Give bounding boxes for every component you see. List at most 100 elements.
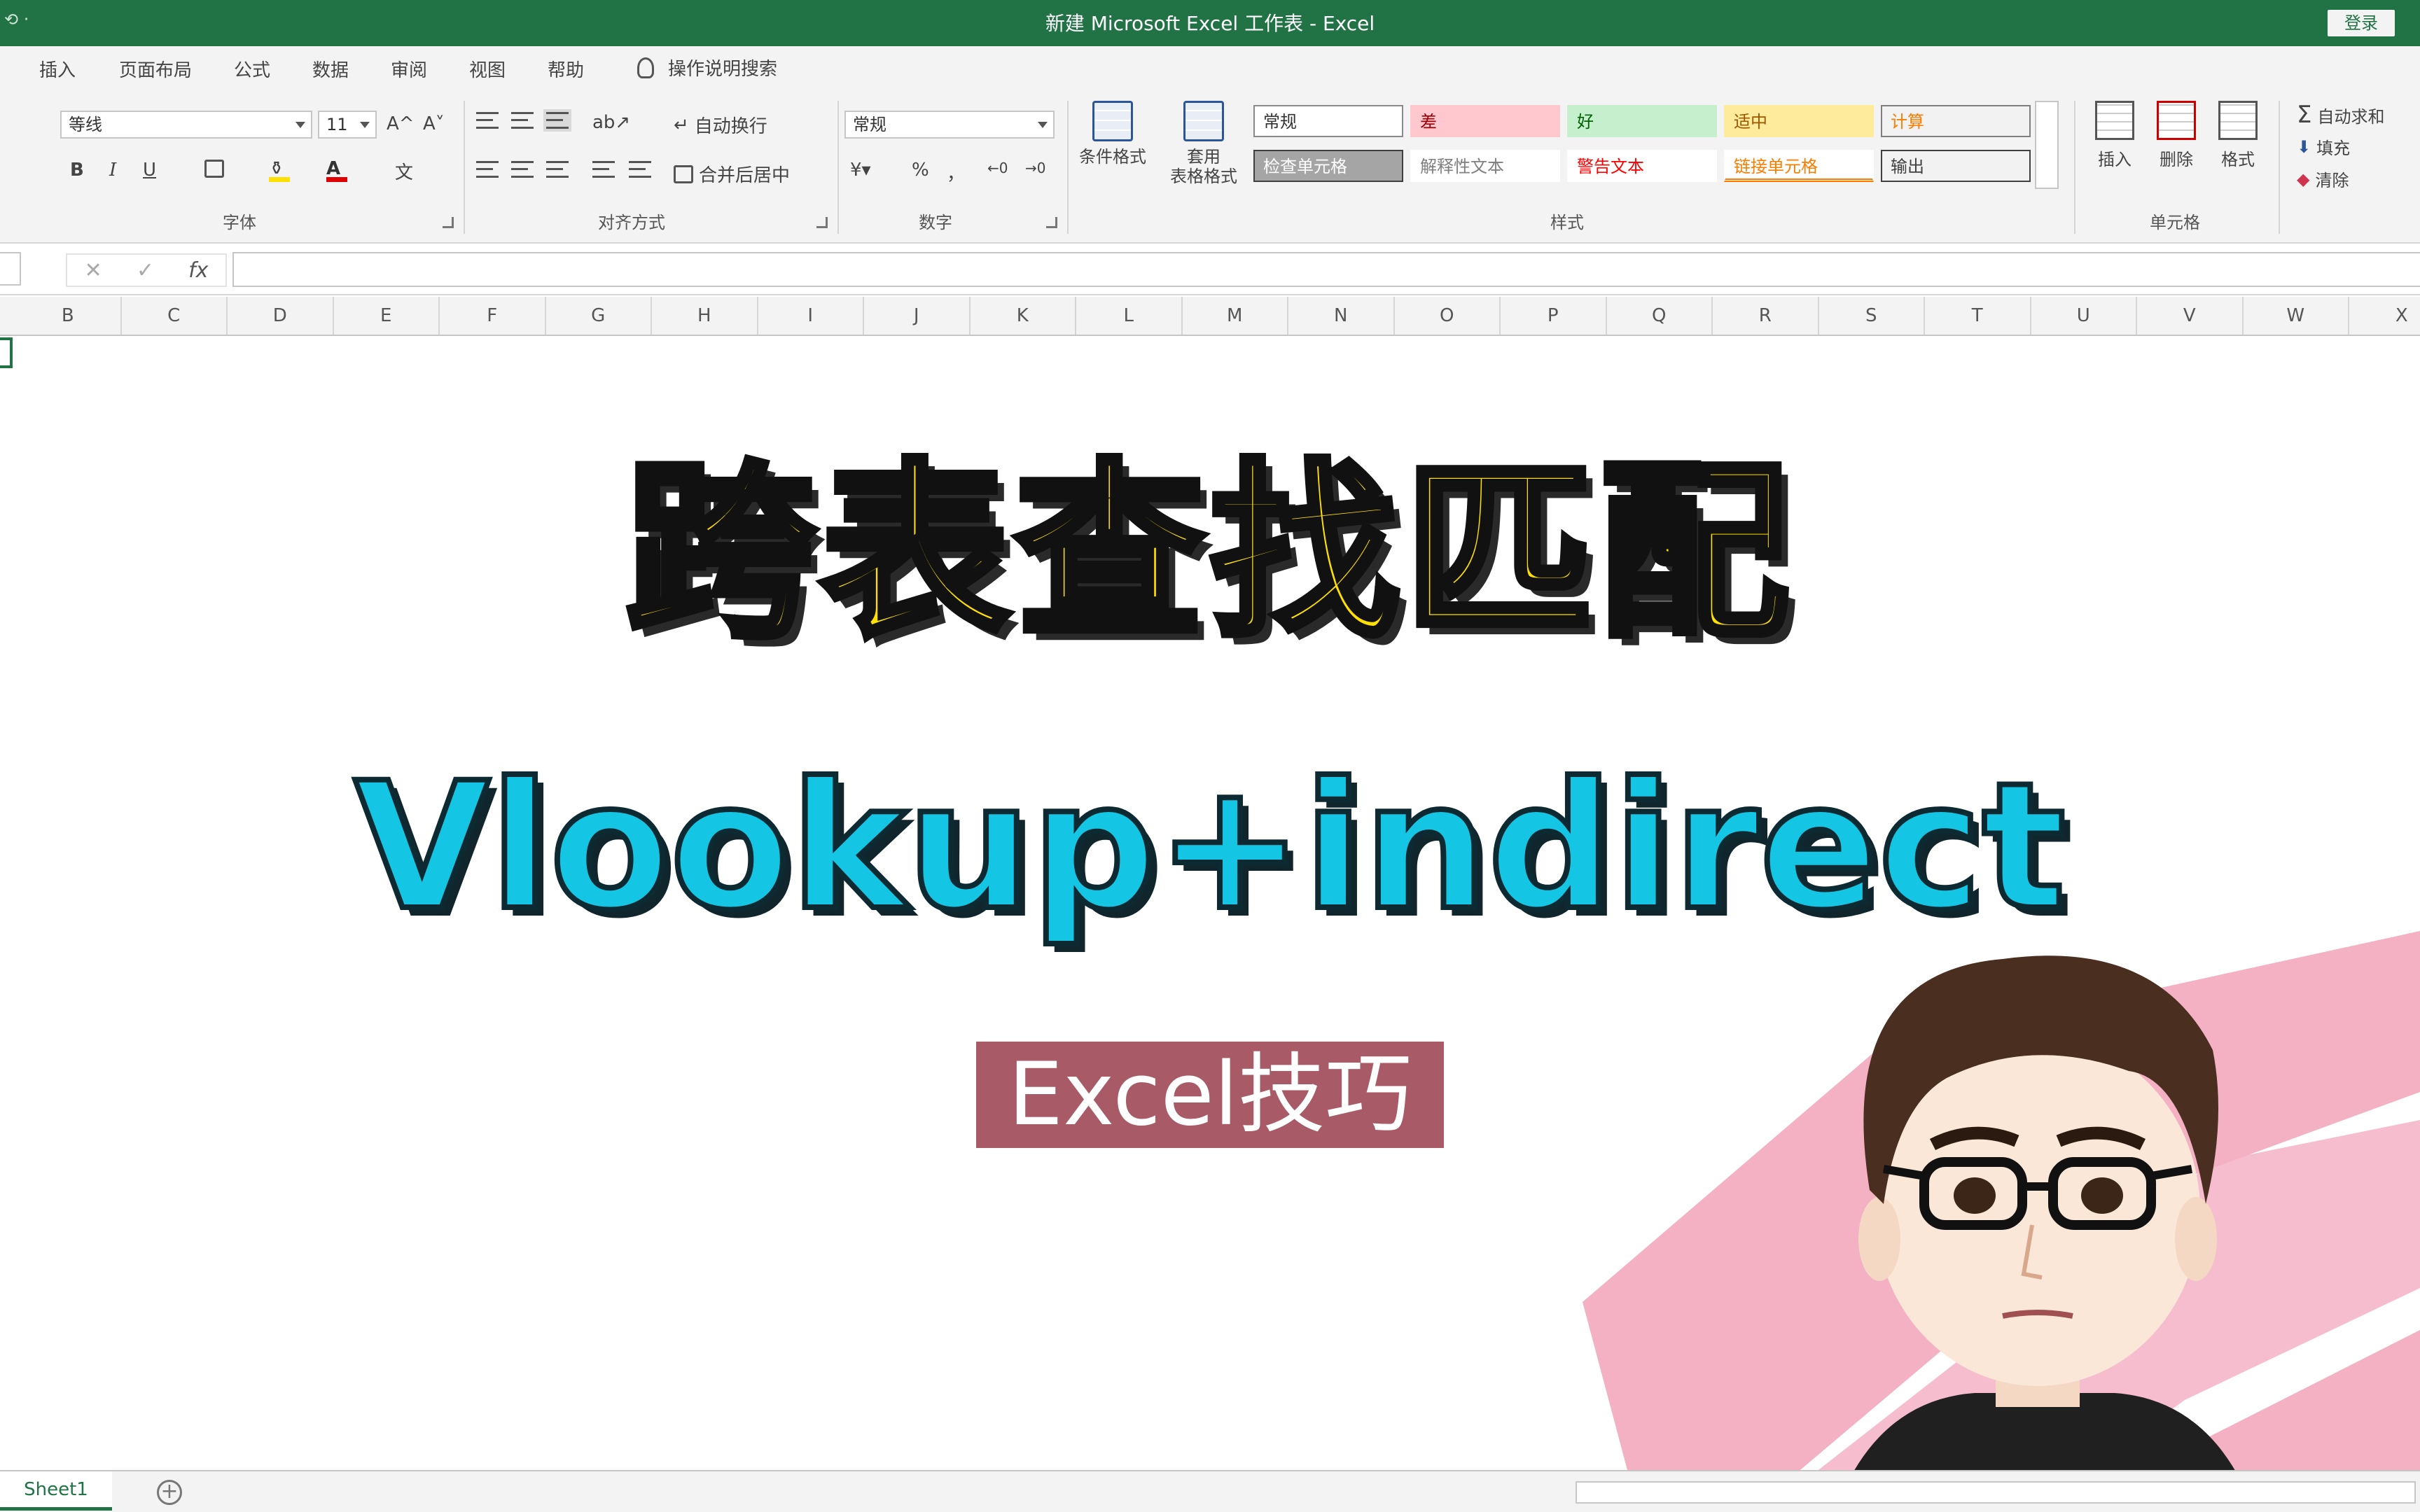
alignment-dialog-launcher-icon[interactable] (816, 217, 828, 228)
column-header[interactable]: Q (1607, 297, 1713, 335)
align-bottom-button[interactable] (543, 109, 571, 132)
align-top-button[interactable] (476, 112, 499, 129)
name-box[interactable] (0, 252, 21, 286)
insert-cells-button[interactable]: 插入 (2085, 101, 2144, 170)
tell-me-search[interactable]: 操作说明搜索 (637, 55, 777, 80)
column-header[interactable]: P (1501, 297, 1607, 335)
cell-style-item[interactable]: 链接单元格 (1724, 150, 1874, 182)
add-sheet-button[interactable]: + (157, 1480, 182, 1505)
tab-data[interactable]: 数据 (312, 56, 349, 82)
column-header[interactable]: W (2244, 297, 2349, 335)
decrease-indent-button[interactable] (592, 161, 615, 178)
column-header[interactable]: N (1288, 297, 1395, 335)
merge-center-button[interactable]: 合并后居中 (674, 161, 790, 187)
column-header[interactable]: F (440, 297, 546, 335)
fill-color-button[interactable]: ⚱ (269, 158, 290, 182)
number-dialog-launcher-icon[interactable] (1046, 217, 1057, 228)
column-header[interactable]: S (1819, 297, 1925, 335)
tab-help[interactable]: 帮助 (548, 56, 584, 82)
tab-insert[interactable]: 插入 (39, 56, 76, 82)
percent-button[interactable]: % (912, 160, 929, 181)
align-center-button[interactable] (511, 161, 534, 178)
delete-cells-button[interactable]: 删除 (2147, 101, 2206, 170)
orientation-button[interactable]: ab↗ (592, 112, 630, 133)
column-header[interactable]: U (2031, 297, 2137, 335)
merge-icon (674, 164, 693, 183)
comma-button[interactable]: ， (947, 160, 965, 186)
conditional-format-button[interactable]: 条件格式 (1074, 101, 1151, 167)
format-cells-button[interactable]: 格式 (2209, 101, 2267, 170)
align-right-button[interactable] (546, 161, 569, 178)
format-as-table-button[interactable]: 套用 表格格式 (1165, 101, 1242, 186)
decrease-decimal-button[interactable]: →0 (1025, 160, 1045, 176)
column-header[interactable]: D (228, 297, 334, 335)
autosum-button[interactable]: Σ 自动求和 (2297, 101, 2384, 129)
number-format-value: 常规 (853, 115, 886, 134)
format-as-table-label-1: 套用 (1187, 147, 1221, 167)
column-header[interactable]: R (1713, 297, 1819, 335)
fill-button[interactable]: ⬇ 填充 (2297, 134, 2350, 159)
accounting-format-button[interactable]: ¥▾ (850, 160, 871, 181)
signin-button[interactable]: 登录 (2328, 10, 2395, 36)
italic-button[interactable]: I (109, 160, 116, 181)
align-center-icon (511, 161, 534, 178)
wrap-text-button[interactable]: ↵ 自动换行 (674, 112, 767, 138)
cancel-icon[interactable]: ✕ (85, 258, 102, 283)
column-header[interactable]: B (15, 297, 122, 335)
font-dialog-launcher-icon[interactable] (443, 217, 454, 228)
column-header[interactable]: C (122, 297, 228, 335)
sheet-tab-sheet1[interactable]: Sheet1 (0, 1471, 112, 1511)
cell-style-item[interactable]: 好 (1567, 105, 1717, 137)
phonetic-button[interactable]: 文 (395, 158, 413, 184)
number-format-select[interactable]: 常规 (844, 111, 1055, 139)
underline-button[interactable]: U (143, 160, 156, 181)
increase-decimal-button[interactable]: ←0 (987, 160, 1008, 176)
font-size-select[interactable]: 11 (318, 111, 377, 139)
tell-me-label: 操作说明搜索 (668, 59, 778, 80)
ribbon-tabs: 插入 页面布局 公式 数据 审阅 视图 帮助 操作说明搜索 (0, 46, 2420, 91)
tab-formulas[interactable]: 公式 (234, 56, 270, 82)
cell-style-item[interactable]: 解释性文本 (1410, 150, 1560, 182)
tab-page-layout[interactable]: 页面布局 (119, 56, 192, 82)
grow-font-button[interactable]: A^ (387, 113, 415, 134)
insert-function-icon[interactable]: fx (188, 258, 208, 283)
clear-button[interactable]: ◆ 清除 (2297, 167, 2349, 191)
column-header[interactable]: T (1925, 297, 2031, 335)
cell-style-item[interactable]: 警告文本 (1567, 150, 1717, 182)
font-color-button[interactable]: A (326, 158, 347, 182)
tab-review[interactable]: 审阅 (391, 56, 427, 82)
font-name-select[interactable]: 等线 (60, 111, 312, 139)
horizontal-scrollbar[interactable] (1576, 1481, 2416, 1504)
orientation-icon: ab↗ (592, 112, 631, 133)
cell-style-item[interactable]: 常规 (1253, 105, 1403, 137)
cell-style-item[interactable]: 适中 (1724, 105, 1874, 137)
column-header[interactable]: L (1076, 297, 1183, 335)
table-format-icon (1183, 101, 1224, 141)
borders-button[interactable] (204, 160, 224, 178)
column-header[interactable]: E (334, 297, 440, 335)
column-header[interactable]: X (2349, 297, 2420, 335)
align-middle-button[interactable] (511, 112, 534, 129)
cell-style-item[interactable]: 差 (1410, 105, 1560, 137)
column-header[interactable]: H (652, 297, 758, 335)
styles-gallery-scroll[interactable] (2035, 101, 2059, 189)
column-header[interactable]: V (2137, 297, 2244, 335)
formula-input[interactable] (232, 252, 2420, 287)
bold-button[interactable]: B (70, 160, 84, 181)
align-left-button[interactable] (476, 161, 499, 178)
tab-view[interactable]: 视图 (469, 56, 506, 82)
column-header[interactable]: I (758, 297, 864, 335)
enter-icon[interactable]: ✓ (137, 258, 154, 283)
column-header[interactable]: G (546, 297, 652, 335)
column-header[interactable]: M (1183, 297, 1288, 335)
column-header[interactable]: O (1395, 297, 1501, 335)
cell-style-item[interactable]: 检查单元格 (1253, 150, 1403, 182)
shrink-font-button[interactable]: A˅ (423, 113, 445, 134)
cell-style-item[interactable]: 输出 (1881, 150, 2031, 182)
active-cell[interactable] (0, 337, 13, 368)
cells-group-label: 单元格 (2150, 213, 2200, 232)
column-header[interactable]: K (971, 297, 1076, 335)
column-header[interactable]: J (864, 297, 971, 335)
cell-style-item[interactable]: 计算 (1881, 105, 2031, 137)
increase-indent-button[interactable] (629, 161, 651, 178)
